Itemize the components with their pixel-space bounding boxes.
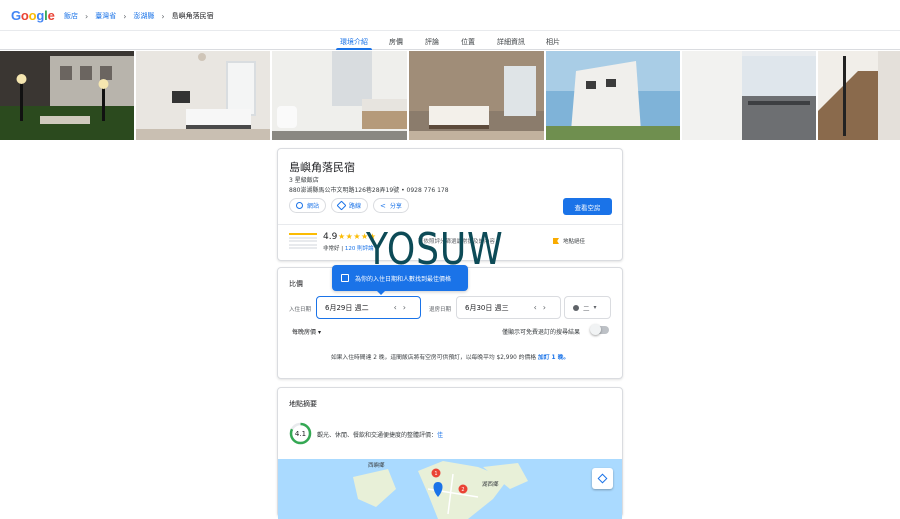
rating-score: 4.9 <box>323 232 338 242</box>
free-cancel-toggle[interactable] <box>590 324 609 335</box>
date-nav-arrows[interactable]: ‹› <box>394 303 412 312</box>
tab-prices[interactable]: 房價 <box>389 37 403 47</box>
location-summary-card: 地點摘要 4.1 觀光、休閒、餐飲和交通便捷度的整體評價：佳 西嶼鄉 湖西鄉 1… <box>277 387 623 519</box>
guests-selector[interactable]: 二 ▾ <box>564 296 611 319</box>
share-label: 分享 <box>389 203 402 210</box>
google-logo[interactable]: Google <box>11 8 55 23</box>
chevron-right-icon: › <box>123 11 127 21</box>
chevron-right-icon: › <box>161 11 165 21</box>
photo-bedroom-2[interactable] <box>409 51 544 140</box>
directions-button[interactable]: 路線 <box>331 198 369 213</box>
photo-building-exterior[interactable] <box>546 51 680 140</box>
photo-bathroom[interactable] <box>272 51 407 140</box>
location-rating-word: 佳 <box>437 432 444 439</box>
map-pin-2-label: 2 <box>461 487 464 493</box>
photo-garden-night[interactable] <box>0 51 134 140</box>
active-tab-indicator <box>336 48 372 50</box>
map-pin-1-label: 1 <box>434 471 437 477</box>
checkout-date-value: 6月30日 週三 <box>465 303 509 312</box>
price-note-text: 如果入住時間達 2 晚，這間飯店將有空房可供預訂，以每晚平均 $2,990 的價… <box>330 355 537 361</box>
per-night-dropdown[interactable]: 每晚房價 ▾ <box>292 327 321 336</box>
rating-bars-icon <box>289 233 317 251</box>
per-night-label: 每晚房價 <box>292 329 317 336</box>
photo-gallery <box>0 51 900 140</box>
checkout-label: 退房日期 <box>429 307 452 313</box>
location-score: 4.1 <box>295 430 306 438</box>
website-label: 網站 <box>307 203 320 210</box>
top-bar: Google 飯店 › 臺灣省 › 澎湖縣 › 島嶼角落民宿 <box>0 0 900 31</box>
breadcrumb-current: 島嶼角落民宿 <box>171 12 214 20</box>
checkout-date-field[interactable]: 6月30日 週三 ‹› <box>456 296 561 319</box>
tooltip-arrow <box>376 290 386 295</box>
highlight-badge: 地點絕佳 <box>553 237 585 245</box>
toggle-knob <box>590 324 601 335</box>
highlight-label: 地點絕佳 <box>563 239 586 245</box>
flag-icon <box>553 238 559 244</box>
photo-balcony[interactable] <box>682 51 816 140</box>
checkin-date-field[interactable]: 6月29日 週二 ‹› <box>316 296 421 319</box>
chevron-right-icon: › <box>85 11 89 21</box>
price-section-title: 比價 <box>289 280 303 288</box>
location-title: 地點摘要 <box>289 400 317 408</box>
price-note: 如果入住時間達 2 晚，這間飯店將有空房可供預訂，以每晚平均 $2,990 的價… <box>277 352 623 361</box>
check-availability-button[interactable]: 查看空房 <box>563 198 612 215</box>
location-description-text: 觀光、休閒、餐飲和交通便捷度的整體評價： <box>317 432 438 439</box>
directions-icon <box>336 200 347 211</box>
location-description: 觀光、休閒、餐飲和交通便捷度的整體評價：佳 <box>317 430 443 439</box>
map-recenter-button[interactable] <box>592 468 613 489</box>
guests-value: 二 <box>583 304 590 313</box>
breadcrumb-taiwan[interactable]: 臺灣省 <box>95 11 116 21</box>
chevron-down-icon: ▾ <box>317 329 321 336</box>
globe-icon <box>296 202 303 209</box>
map-label-2: 湖西鄉 <box>482 480 499 488</box>
date-nav-arrows[interactable]: ‹› <box>534 303 552 312</box>
add-night-link[interactable]: 加訂 1 晚。 <box>538 355 569 361</box>
tab-photos[interactable]: 相片 <box>546 37 560 47</box>
share-button[interactable]: < 分享 <box>373 198 409 213</box>
free-cancel-toggle-label: 僅顯示可免費退訂的搜尋結果 <box>502 329 581 336</box>
person-icon <box>573 304 579 311</box>
date-tooltip: 為你的入住日期和人數找到最佳價格 <box>332 265 468 291</box>
breadcrumb-hotels[interactable]: 飯店 <box>64 11 78 21</box>
rating-word: 非常好 <box>323 246 340 252</box>
photo-staircase[interactable] <box>818 51 900 140</box>
location-map[interactable]: 西嶼鄉 湖西鄉 1 2 <box>278 459 622 519</box>
chevron-down-icon: ▾ <box>593 304 597 311</box>
tab-reviews[interactable]: 評論 <box>425 37 439 47</box>
map-label-1: 西嶼鄉 <box>368 461 385 469</box>
action-chips: 網站 路線 < 分享 <box>289 198 409 213</box>
photo-bedroom-1[interactable] <box>136 51 270 140</box>
breadcrumb-penghu[interactable]: 澎湖縣 <box>133 11 154 21</box>
tab-location[interactable]: 位置 <box>461 37 475 47</box>
hotel-name: 島嶼角落民宿 <box>289 161 355 174</box>
checkin-date-value: 6月29日 週二 <box>325 303 369 312</box>
section-tabs: 環境介紹 房價 評論 位置 詳細資訊 相片 <box>0 31 900 50</box>
tab-details[interactable]: 詳細資訊 <box>497 37 525 47</box>
hotel-class: 3 星級飯店 <box>289 177 319 184</box>
checkin-label: 入住日期 <box>289 307 312 313</box>
location-score-ring: 4.1 <box>289 422 312 445</box>
breadcrumb: 飯店 › 臺灣省 › 澎湖縣 › 島嶼角落民宿 <box>64 11 214 21</box>
directions-label: 路線 <box>349 203 362 210</box>
website-button[interactable]: 網站 <box>289 198 327 213</box>
directions-icon <box>597 473 608 484</box>
calendar-icon <box>341 274 349 282</box>
share-icon: < <box>380 201 386 210</box>
tab-overview[interactable]: 環境介紹 <box>340 37 368 47</box>
hotel-address: 880澎湖縣馬公市文明路126巷28弄19號 • 0928 776 178 <box>289 187 449 194</box>
tooltip-text: 為你的入住日期和人數找到最佳價格 <box>355 275 452 283</box>
